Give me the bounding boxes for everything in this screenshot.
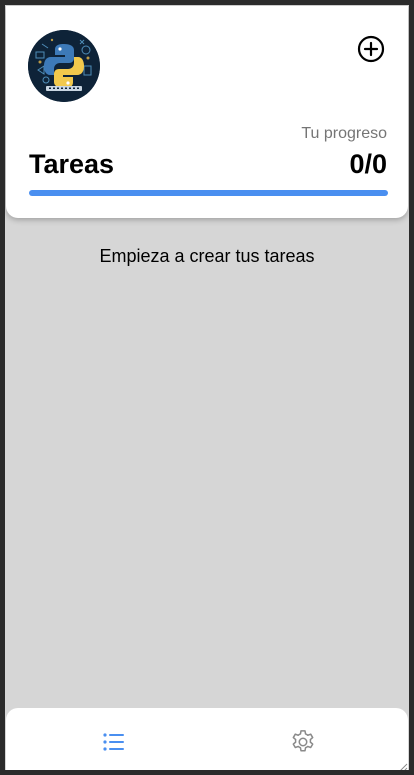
avatar — [28, 30, 100, 102]
add-circle-icon — [357, 35, 385, 63]
gear-icon — [292, 730, 314, 752]
empty-state-message: Empieza a crear tus tareas — [99, 246, 315, 266]
python-logo-icon — [28, 30, 100, 102]
page-title: Tareas — [29, 149, 115, 179]
progress-label: Tu progreso — [301, 125, 387, 142]
header-card: Tu progreso Tareas 0/0 — [6, 6, 408, 218]
nav-settings-button[interactable] — [289, 728, 317, 756]
nav-tasks-button[interactable] — [100, 728, 128, 756]
resize-grip-icon[interactable] — [394, 761, 408, 775]
progress-bar — [29, 190, 388, 196]
task-count: 0/0 — [349, 149, 387, 179]
app-frame: Tu progreso Tareas 0/0 Empieza a crear t… — [0, 0, 414, 775]
add-task-button[interactable] — [356, 34, 386, 64]
list-icon — [103, 733, 124, 751]
bottom-nav — [6, 708, 408, 775]
